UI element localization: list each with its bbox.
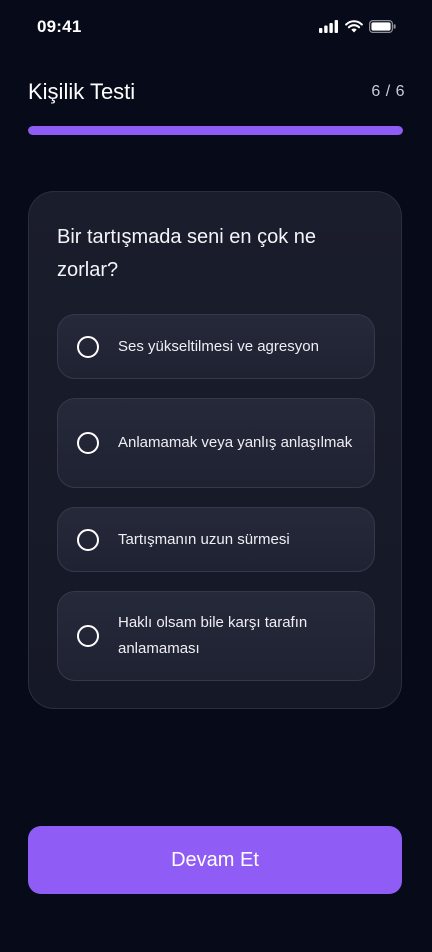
continue-button[interactable]: Devam Et — [28, 826, 402, 894]
option-label: Haklı olsam bile karşı tarafın anlamamas… — [118, 614, 308, 657]
option-1[interactable]: Ses yükseltilmesi ve agresyon — [57, 314, 375, 379]
option-4[interactable]: Haklı olsam bile karşı tarafın anlamamas… — [57, 591, 375, 681]
option-label: Tartışmanın uzun sürmesi — [118, 530, 290, 548]
radio-circle-icon[interactable] — [77, 528, 99, 551]
page-title: Kişilik Testi — [28, 79, 136, 104]
option-2[interactable]: Anlamamak veya yanlış anlaşılmak — [57, 398, 375, 488]
question-counter: 6 / 6 — [371, 83, 405, 100]
wifi-icon — [345, 20, 363, 33]
battery-icon — [369, 20, 396, 33]
radio-circle-icon[interactable] — [77, 335, 99, 358]
option-label: Ses yükseltilmesi ve agresyon — [118, 337, 319, 355]
status-time: 09:41 — [37, 17, 82, 36]
radio-circle-icon[interactable] — [77, 625, 99, 647]
progress-bar — [28, 126, 403, 135]
signal-icon — [319, 20, 338, 33]
status-icons — [319, 20, 396, 33]
question-text: Bir tartışmada seni en çok ne zorlar? — [57, 226, 317, 281]
radio-circle-icon[interactable] — [77, 432, 99, 454]
question-card: Bir tartışmada seni en çok ne zorlar? Se… — [28, 191, 402, 709]
option-label: Anlamamak veya yanlış anlaşılmak — [118, 434, 353, 451]
option-3[interactable]: Tartışmanın uzun sürmesi — [57, 507, 375, 572]
progress-fill — [28, 126, 403, 135]
status-bar: 09:41 — [0, 0, 432, 56]
